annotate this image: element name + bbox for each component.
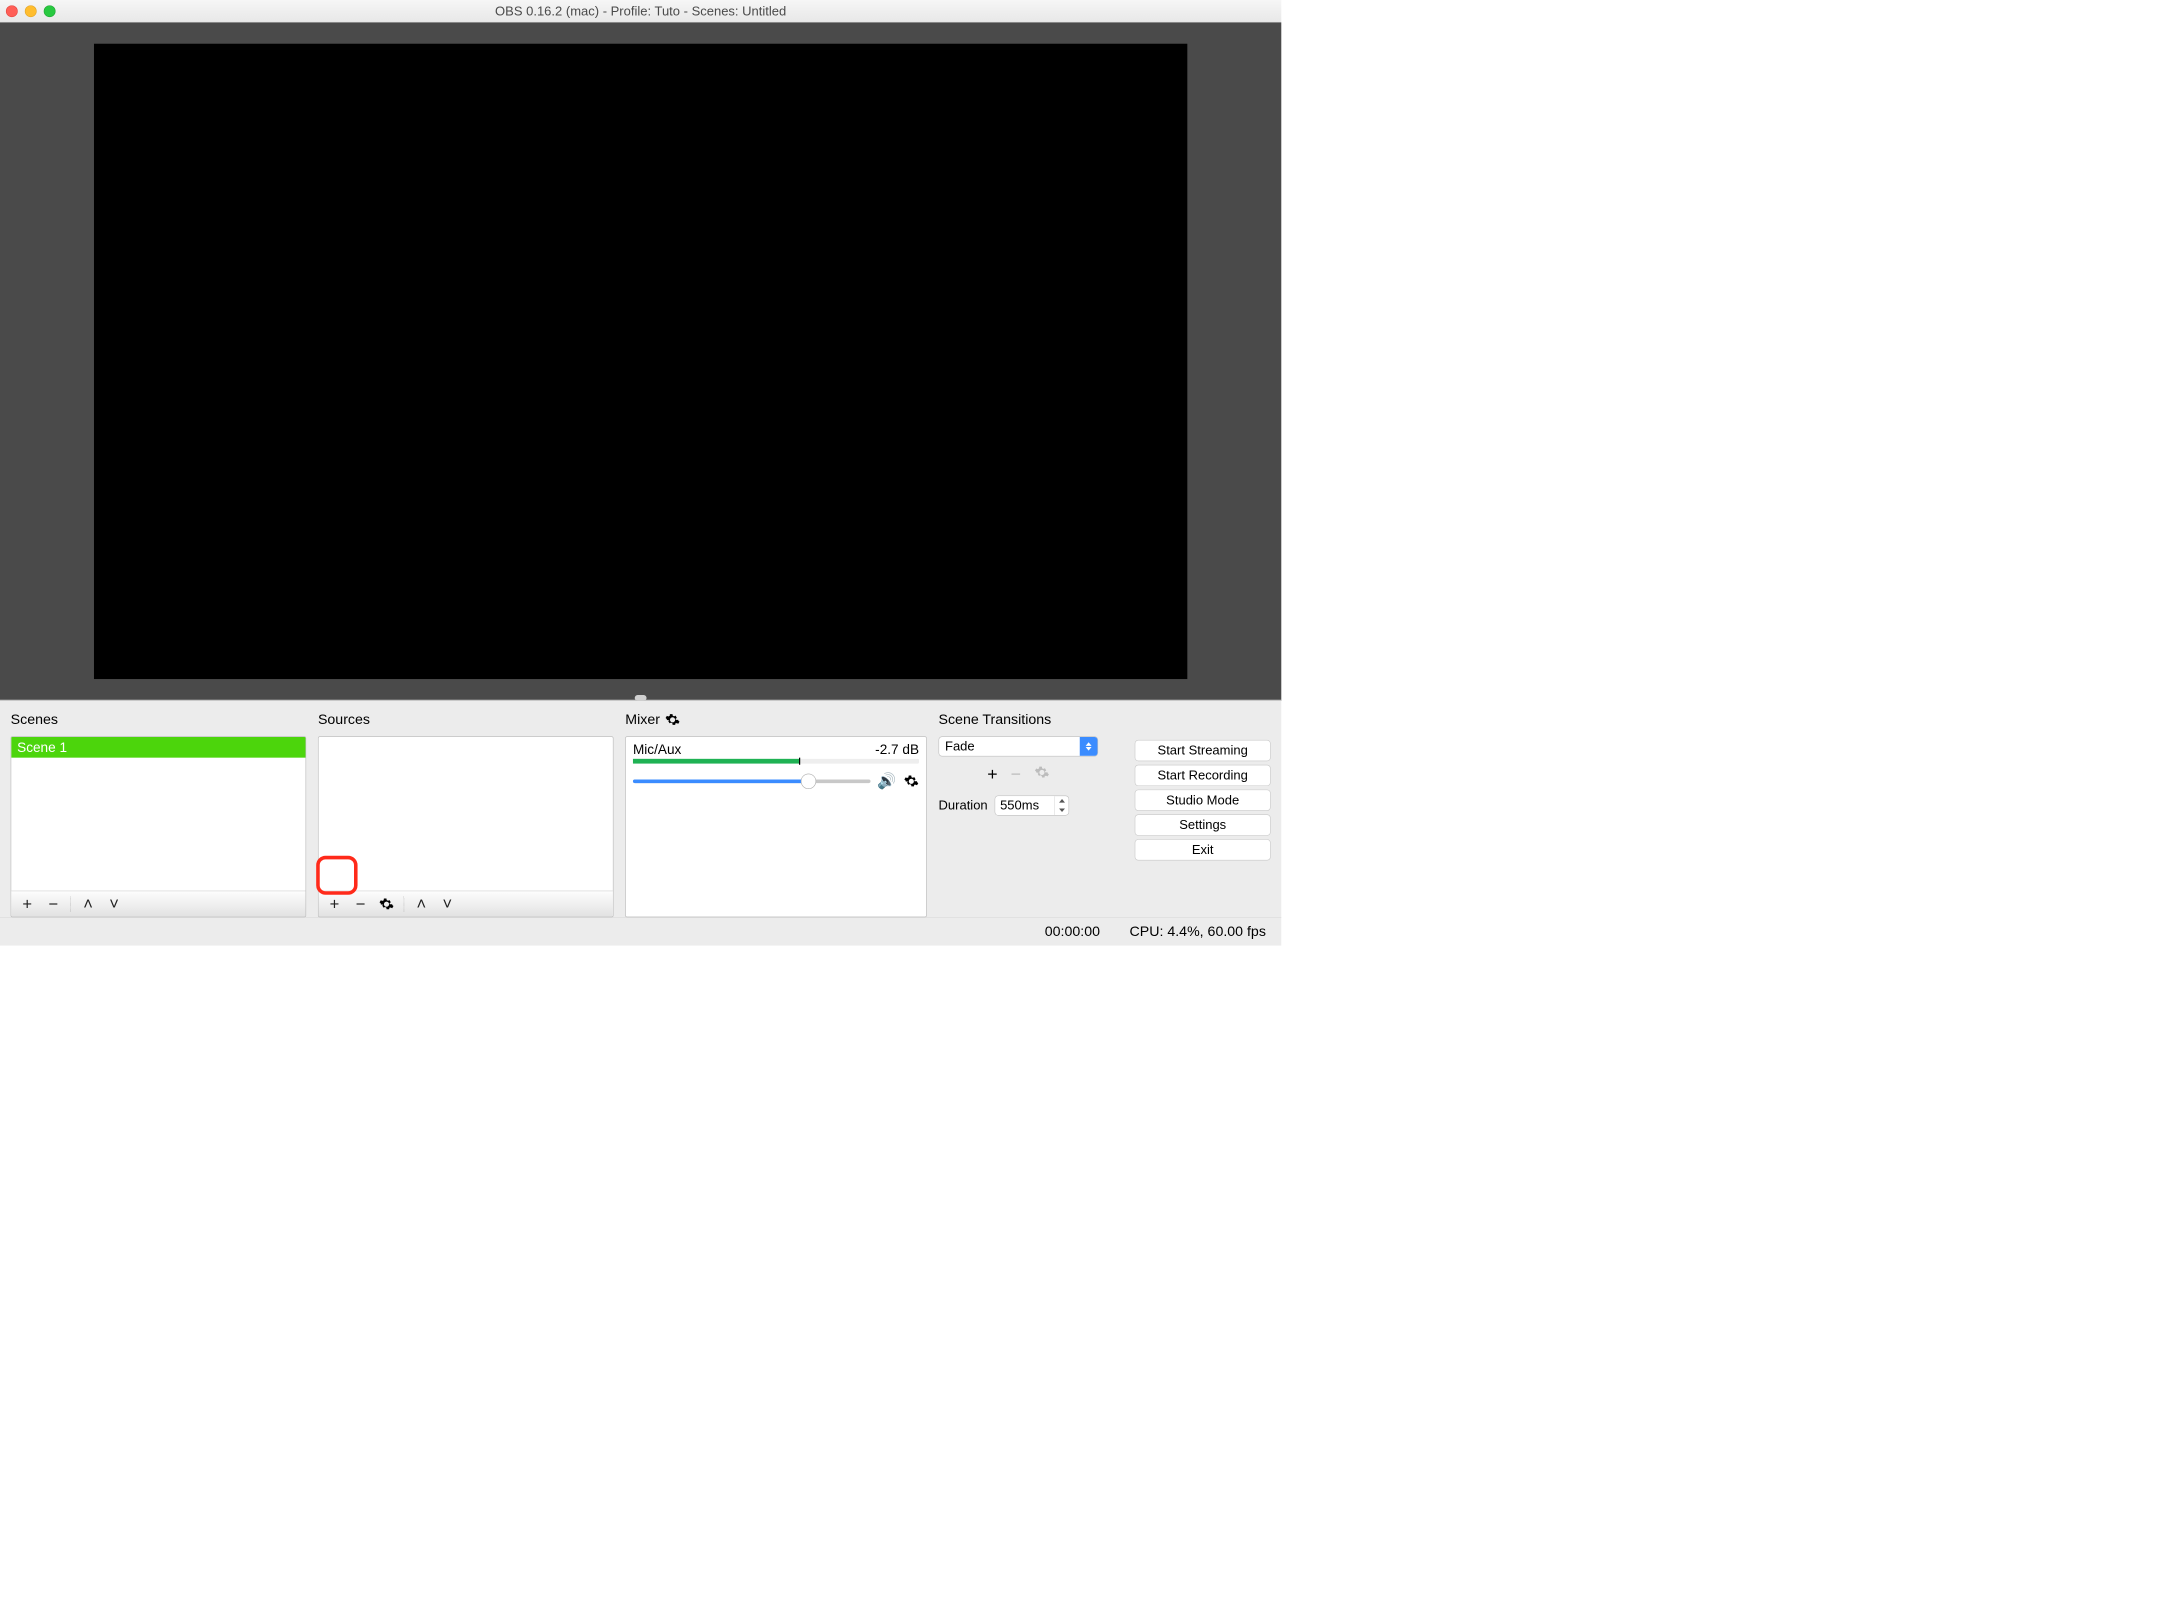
move-scene-up-button[interactable]: ˄ bbox=[77, 893, 99, 914]
mute-button[interactable]: 🔊 bbox=[877, 772, 896, 790]
lower-panels: Scenes Scene 1 + − ˄ ˅ Sources + − bbox=[0, 701, 1281, 917]
plus-icon: + bbox=[22, 894, 32, 913]
start-recording-button[interactable]: Start Recording bbox=[1135, 765, 1271, 786]
titlebar: OBS 0.16.2 (mac) - Profile: Tuto - Scene… bbox=[0, 0, 1281, 22]
close-window-button[interactable] bbox=[6, 5, 18, 17]
divider bbox=[404, 896, 405, 911]
source-properties-button[interactable] bbox=[375, 893, 397, 914]
audio-meter-fill bbox=[633, 759, 799, 764]
remove-source-button[interactable]: − bbox=[349, 893, 371, 914]
chevron-down-icon: ˅ bbox=[443, 894, 453, 913]
select-caret-icon bbox=[1080, 737, 1098, 756]
add-source-button[interactable]: + bbox=[323, 893, 345, 914]
transitions-header: Scene Transitions bbox=[939, 707, 1099, 733]
scenes-panel: Scenes Scene 1 + − ˄ ˅ bbox=[11, 707, 307, 917]
speaker-icon: 🔊 bbox=[877, 772, 896, 790]
obs-window: OBS 0.16.2 (mac) - Profile: Tuto - Scene… bbox=[0, 0, 1281, 946]
start-streaming-button[interactable]: Start Streaming bbox=[1135, 740, 1271, 761]
zoom-window-button[interactable] bbox=[44, 5, 56, 17]
status-time: 00:00:00 bbox=[1045, 923, 1100, 940]
chevron-up-icon: ˄ bbox=[83, 894, 93, 913]
minus-icon: − bbox=[48, 894, 58, 913]
duration-label: Duration bbox=[939, 798, 988, 813]
sources-toolbar: + − ˄ ˅ bbox=[319, 891, 613, 917]
volume-slider-thumb[interactable] bbox=[801, 773, 816, 788]
minus-icon: − bbox=[1011, 765, 1021, 785]
status-bar: 00:00:00 CPU: 4.4%, 60.00 fps bbox=[0, 917, 1281, 945]
actions-panel: Start Streaming Start Recording Studio M… bbox=[1110, 707, 1271, 917]
mixer-header: Mixer bbox=[625, 707, 926, 733]
chevron-down-icon: ˅ bbox=[109, 894, 119, 913]
add-scene-button[interactable]: + bbox=[16, 893, 38, 914]
mixer-settings-button[interactable] bbox=[665, 712, 680, 727]
channel-settings-button[interactable] bbox=[904, 773, 919, 788]
transitions-panel: Scene Transitions Fade + − Duration bbox=[939, 707, 1099, 917]
mixer-db-readout: -2.7 dB bbox=[875, 742, 919, 758]
duration-input[interactable] bbox=[995, 796, 1054, 815]
chevron-down-icon bbox=[1059, 808, 1065, 812]
traffic-lights bbox=[6, 5, 56, 17]
add-transition-button[interactable]: + bbox=[987, 765, 997, 785]
sources-panel: Sources + − ˄ ˅ bbox=[318, 707, 614, 917]
minus-icon: − bbox=[356, 894, 366, 913]
move-source-down-button[interactable]: ˅ bbox=[436, 893, 458, 914]
plus-icon: + bbox=[987, 765, 997, 785]
divider bbox=[70, 896, 71, 911]
remove-scene-button[interactable]: − bbox=[42, 893, 64, 914]
sources-list[interactable]: + − ˄ ˅ bbox=[318, 736, 614, 917]
window-title: OBS 0.16.2 (mac) - Profile: Tuto - Scene… bbox=[0, 3, 1281, 18]
gear-icon bbox=[1034, 765, 1049, 780]
transition-properties-button[interactable] bbox=[1034, 765, 1049, 785]
gear-icon bbox=[379, 896, 394, 911]
mixer-channel-name: Mic/Aux bbox=[633, 742, 681, 758]
chevron-up-icon: ˄ bbox=[417, 894, 427, 913]
scenes-list[interactable]: Scene 1 + − ˄ ˅ bbox=[11, 736, 307, 917]
duration-step-up[interactable] bbox=[1055, 796, 1069, 805]
mixer-label: Mixer bbox=[625, 712, 660, 729]
chevron-up-icon bbox=[1059, 799, 1065, 803]
duration-step-down[interactable] bbox=[1055, 806, 1069, 815]
scenes-toolbar: + − ˄ ˅ bbox=[11, 891, 305, 917]
scenes-header: Scenes bbox=[11, 707, 307, 733]
audio-meter-peak bbox=[799, 758, 800, 765]
transition-selected-value: Fade bbox=[939, 737, 1080, 756]
sources-header: Sources bbox=[318, 707, 614, 733]
move-scene-down-button[interactable]: ˅ bbox=[103, 893, 125, 914]
audio-meter bbox=[633, 759, 919, 764]
mixer-box: Mic/Aux -2.7 dB 🔊 bbox=[625, 736, 926, 917]
preview-area bbox=[0, 22, 1281, 700]
settings-button[interactable]: Settings bbox=[1135, 814, 1271, 835]
move-source-up-button[interactable]: ˄ bbox=[410, 893, 432, 914]
status-cpu: CPU: 4.4%, 60.00 fps bbox=[1130, 923, 1266, 940]
exit-button[interactable]: Exit bbox=[1135, 839, 1271, 860]
preview-canvas[interactable] bbox=[94, 43, 1187, 678]
plus-icon: + bbox=[330, 894, 340, 913]
duration-spinner[interactable] bbox=[995, 795, 1069, 815]
transition-select[interactable]: Fade bbox=[939, 736, 1099, 756]
studio-mode-button[interactable]: Studio Mode bbox=[1135, 790, 1271, 811]
remove-transition-button[interactable]: − bbox=[1011, 765, 1021, 785]
mixer-panel: Mixer Mic/Aux -2.7 dB 🔊 bbox=[625, 707, 926, 917]
scene-item[interactable]: Scene 1 bbox=[11, 737, 305, 758]
panel-resize-grip[interactable] bbox=[635, 695, 647, 701]
minimize-window-button[interactable] bbox=[25, 5, 37, 17]
volume-slider[interactable] bbox=[633, 779, 870, 783]
